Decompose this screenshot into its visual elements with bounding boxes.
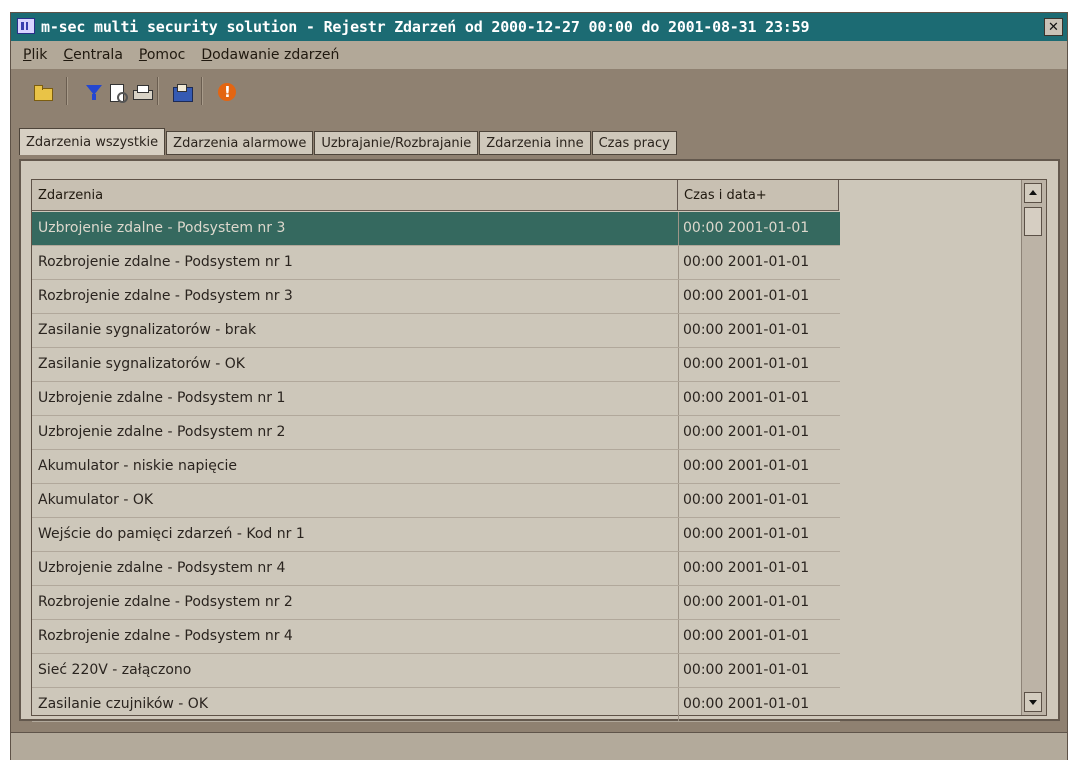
time-cell: 00:00 2001-01-01 xyxy=(683,288,810,304)
column-header-events[interactable]: Zdarzenia xyxy=(32,180,678,211)
toolbar-separator xyxy=(201,77,203,105)
close-button[interactable]: ✕ xyxy=(1044,18,1063,36)
menu-dodawanie-zdarzen[interactable]: Dodawanie zdarzeń xyxy=(197,47,343,63)
app-icon[interactable] xyxy=(17,18,35,34)
filter-icon[interactable] xyxy=(82,81,106,103)
column-header-time[interactable]: Czas i data+ xyxy=(678,180,839,211)
table-row[interactable]: Wejście do pamięci zdarzeń - Kod nr 1 00:… xyxy=(32,518,840,552)
menu-centrala[interactable]: Centrala xyxy=(59,47,127,63)
table-row[interactable]: Rozbrojenie zdalne - Podsystem nr 3 00:00… xyxy=(32,280,840,314)
tab-czas-pracy[interactable]: Czas pracy xyxy=(591,131,677,155)
table-row[interactable]: Rozbrojenie zdalne - Podsystem nr 1 00:00… xyxy=(32,246,840,280)
toolbar-separator xyxy=(157,77,159,105)
print-preview-icon[interactable] xyxy=(106,81,130,103)
table-row[interactable]: Sieć 220V - załączono 00:00 2001-01-01 xyxy=(32,654,840,688)
table-row[interactable]: Rozbrojenie zdalne - Podsystem nr 4 00:00… xyxy=(32,620,840,654)
event-cell: Zasilanie sygnalizatorów - brak xyxy=(38,322,257,338)
event-cell: Wejście do pamięci zdarzeń - Kod nr 1 xyxy=(38,526,305,542)
time-cell: 00:00 2001-01-01 xyxy=(683,220,810,236)
toolbar-separator xyxy=(66,77,68,105)
time-cell: 00:00 2001-01-01 xyxy=(683,628,810,644)
menu-bar: Plik Centrala Pomoc Dodawanie zdarzeń xyxy=(11,41,1067,69)
tab-uzbrajanie-rozbrajanie[interactable]: Uzbrajanie/Rozbrajanie xyxy=(314,131,479,155)
export-icon[interactable] xyxy=(170,81,194,103)
tab-zdarzenia-alarmowe[interactable]: Zdarzenia alarmowe xyxy=(166,131,314,155)
table-row[interactable]: Uzbrojenie zdalne - Podsystem nr 1 00:00 … xyxy=(32,382,840,416)
vertical-scrollbar[interactable] xyxy=(1021,180,1046,715)
scrollbar-thumb[interactable] xyxy=(1024,207,1042,236)
event-cell: Zasilanie czujników - OK xyxy=(38,696,208,712)
tab-content: Zdarzenia Czas i data+ Uzbrojenie zdalne… xyxy=(19,159,1060,722)
time-cell: 00:00 2001-01-01 xyxy=(683,696,810,712)
table-row[interactable]: Zasilanie sygnalizatorów - brak 00:00 200… xyxy=(32,314,840,348)
event-cell: Rozbrojenie zdalne - Podsystem nr 4 xyxy=(38,628,293,644)
event-cell: Zasilanie sygnalizatorów - OK xyxy=(38,356,245,372)
event-cell: Uzbrojenie zdalne - Podsystem nr 4 xyxy=(38,560,286,576)
table-body: Uzbrojenie zdalne - Podsystem nr 3 00:00 … xyxy=(32,212,840,722)
tab-zdarzenia-wszystkie[interactable]: Zdarzenia wszystkie xyxy=(19,128,166,155)
status-bar xyxy=(11,732,1067,760)
menu-plik[interactable]: Plik xyxy=(19,47,51,63)
table-row[interactable]: Uzbrojenie zdalne - Podsystem nr 2 00:00 … xyxy=(32,416,840,450)
table-header: Zdarzenia Czas i data+ xyxy=(32,180,839,211)
alert-icon[interactable] xyxy=(214,81,238,103)
tab-strip: Zdarzenia wszystkie Zdarzenia alarmowe Uzb… xyxy=(19,128,678,157)
time-cell: 00:00 2001-01-01 xyxy=(683,254,810,270)
menu-pomoc[interactable]: Pomoc xyxy=(135,47,189,63)
event-cell: Rozbrojenie zdalne - Podsystem nr 3 xyxy=(38,288,293,304)
time-cell: 00:00 2001-01-01 xyxy=(683,356,810,372)
table-row[interactable]: Uzbrojenie zdalne - Podsystem nr 3 00:00 … xyxy=(32,212,840,246)
scroll-up-arrow-icon[interactable] xyxy=(1024,183,1042,203)
table-row[interactable]: Akumulator - niskie napięcie 00:00 2001-0… xyxy=(32,450,840,484)
time-cell: 00:00 2001-01-01 xyxy=(683,424,810,440)
time-cell: 00:00 2001-01-01 xyxy=(683,322,810,338)
event-cell: Rozbrojenie zdalne - Podsystem nr 2 xyxy=(38,594,293,610)
table-row[interactable]: Zasilanie sygnalizatorów - OK 00:00 2001-… xyxy=(32,348,840,382)
table-row[interactable]: Akumulator - OK 00:00 2001-01-01 xyxy=(32,484,840,518)
event-cell: Akumulator - niskie napięcie xyxy=(38,458,238,474)
time-cell: 00:00 2001-01-01 xyxy=(683,390,810,406)
time-cell: 00:00 2001-01-01 xyxy=(683,458,810,474)
app-window: m-sec multi security solution - Rejestr … xyxy=(10,12,1068,760)
event-cell: Akumulator - OK xyxy=(38,492,154,508)
tab-zdarzenia-inne[interactable]: Zdarzenia inne xyxy=(479,131,591,155)
time-cell: 00:00 2001-01-01 xyxy=(683,492,810,508)
table-row[interactable]: Zasilanie czujników - OK 00:00 2001-01-01 xyxy=(32,688,840,722)
time-cell: 00:00 2001-01-01 xyxy=(683,560,810,576)
event-cell: Sieć 220V - załączono xyxy=(38,662,192,678)
scroll-down-arrow-icon[interactable] xyxy=(1024,692,1042,712)
event-cell: Uzbrojenie zdalne - Podsystem nr 3 xyxy=(38,220,286,236)
toolbar xyxy=(11,69,1067,125)
title-bar[interactable]: m-sec multi security solution - Rejestr … xyxy=(11,13,1067,41)
events-table: Zdarzenia Czas i data+ Uzbrojenie zdalne… xyxy=(31,179,1047,722)
event-cell: Rozbrojenie zdalne - Podsystem nr 1 xyxy=(38,254,293,270)
event-cell: Uzbrojenie zdalne - Podsystem nr 1 xyxy=(38,390,286,406)
time-cell: 00:00 2001-01-01 xyxy=(683,662,810,678)
print-icon[interactable] xyxy=(130,81,154,103)
table-row[interactable]: Uzbrojenie zdalne - Podsystem nr 4 00:00 … xyxy=(32,552,840,586)
event-cell: Uzbrojenie zdalne - Podsystem nr 2 xyxy=(38,424,286,440)
folder-open-icon[interactable] xyxy=(31,81,55,103)
table-row[interactable]: Rozbrojenie zdalne - Podsystem nr 2 00:00… xyxy=(32,586,840,620)
time-cell: 00:00 2001-01-01 xyxy=(683,526,810,542)
window-title: m-sec multi security solution - Rejestr … xyxy=(41,18,810,36)
time-cell: 00:00 2001-01-01 xyxy=(683,594,810,610)
